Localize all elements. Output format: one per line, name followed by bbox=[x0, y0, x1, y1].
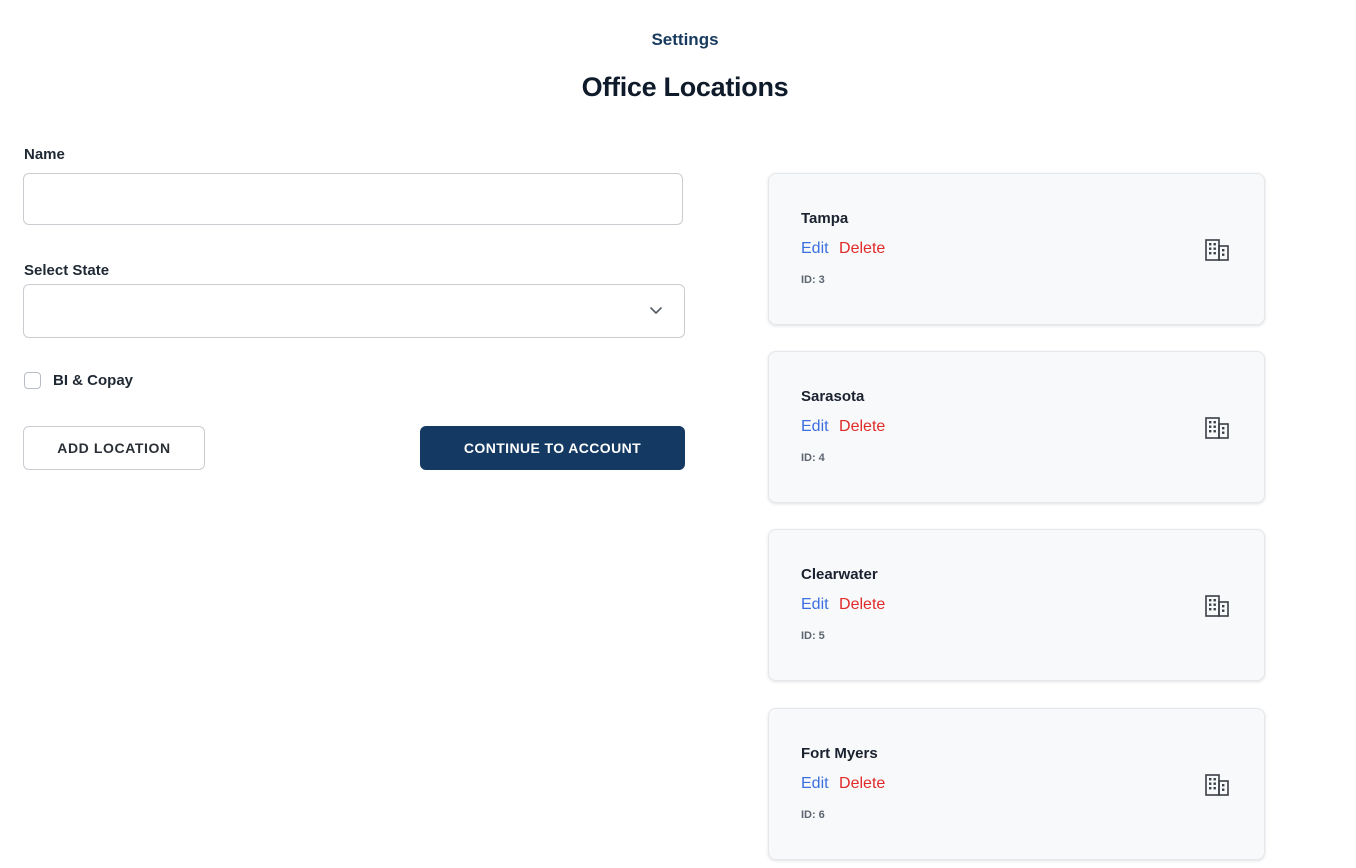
bi-copay-label: BI & Copay bbox=[53, 372, 134, 389]
location-id: ID: 5 bbox=[801, 630, 825, 642]
location-actions: Edit Delete bbox=[801, 596, 885, 614]
chevron-down-icon bbox=[650, 307, 662, 314]
delete-link[interactable]: Delete bbox=[839, 775, 885, 792]
add-location-button[interactable]: ADD LOCATION bbox=[23, 426, 205, 470]
location-id-value: 3 bbox=[818, 274, 825, 286]
location-id: ID: 4 bbox=[801, 452, 825, 464]
location-actions: Edit Delete bbox=[801, 240, 885, 258]
location-actions: Edit Delete bbox=[801, 775, 885, 793]
location-name: Clearwater bbox=[801, 566, 878, 583]
delete-link[interactable]: Delete bbox=[839, 596, 885, 613]
location-actions: Edit Delete bbox=[801, 418, 885, 436]
location-id: ID: 6 bbox=[801, 809, 825, 821]
location-card: Sarasota Edit Delete ID: 4 bbox=[768, 351, 1265, 503]
location-id-label: ID: bbox=[801, 809, 816, 821]
edit-link[interactable]: Edit bbox=[801, 775, 829, 792]
location-id-label: ID: bbox=[801, 630, 816, 642]
building-icon bbox=[1205, 595, 1229, 617]
location-id-value: 5 bbox=[818, 630, 825, 642]
name-label: Name bbox=[24, 146, 65, 163]
settings-page: Settings Office Locations Name Select St… bbox=[0, 0, 1356, 868]
bi-copay-option[interactable]: BI & Copay bbox=[24, 372, 133, 389]
delete-link[interactable]: Delete bbox=[839, 240, 885, 257]
location-id-label: ID: bbox=[801, 274, 816, 286]
building-icon bbox=[1205, 774, 1229, 796]
edit-link[interactable]: Edit bbox=[801, 418, 829, 435]
location-name: Sarasota bbox=[801, 388, 865, 405]
delete-link[interactable]: Delete bbox=[839, 418, 885, 435]
continue-to-account-button[interactable]: CONTINUE TO ACCOUNT bbox=[420, 426, 685, 470]
name-input[interactable] bbox=[23, 173, 683, 225]
bi-copay-checkbox[interactable] bbox=[24, 372, 41, 389]
location-id: ID: 3 bbox=[801, 274, 825, 286]
section-label: Settings bbox=[651, 30, 719, 49]
edit-link[interactable]: Edit bbox=[801, 596, 829, 613]
location-name: Tampa bbox=[801, 210, 849, 227]
location-id-value: 4 bbox=[818, 452, 825, 464]
building-icon bbox=[1205, 239, 1229, 261]
state-label: Select State bbox=[24, 262, 110, 279]
edit-link[interactable]: Edit bbox=[801, 240, 829, 257]
location-id-label: ID: bbox=[801, 452, 816, 464]
location-card: Tampa Edit Delete ID: 3 bbox=[768, 173, 1265, 325]
location-id-value: 6 bbox=[818, 809, 825, 821]
location-name: Fort Myers bbox=[801, 745, 878, 762]
location-card: Fort Myers Edit Delete ID: 6 bbox=[768, 708, 1265, 860]
page-title: Office Locations bbox=[581, 72, 789, 102]
state-select[interactable] bbox=[23, 284, 685, 338]
building-icon bbox=[1205, 417, 1229, 439]
location-card: Clearwater Edit Delete ID: 5 bbox=[768, 529, 1265, 681]
